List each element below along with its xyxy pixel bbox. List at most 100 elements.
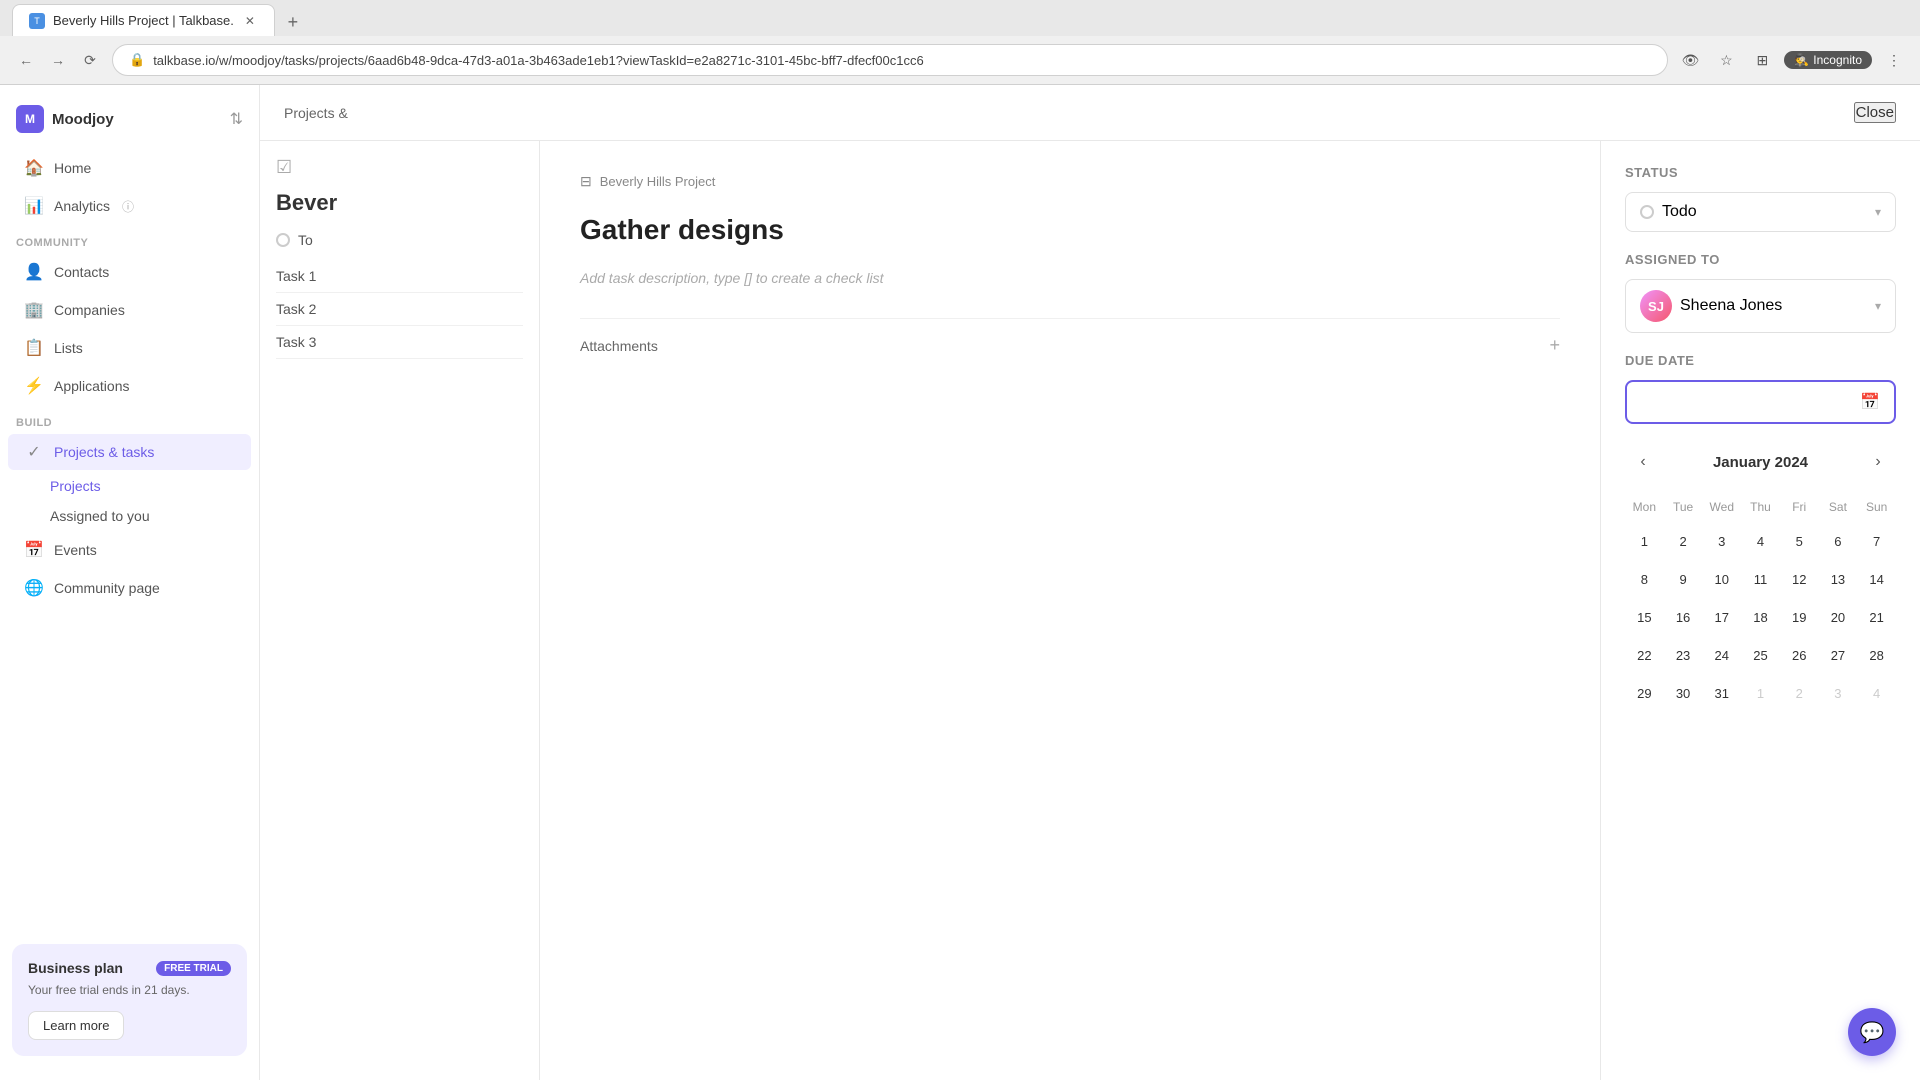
logo-avatar: M [16,105,44,133]
sidebar-item-home[interactable]: 🏠 Home [8,150,251,186]
sidebar-item-label: Analytics [54,198,110,214]
cal-header-tue: Tue [1664,496,1703,522]
refresh-button[interactable]: ⟳ [76,46,104,74]
community-section-label: COMMUNITY [0,225,259,253]
sidebar-item-label: Events [54,542,97,558]
cal-day-other-month[interactable]: 2 [1781,675,1817,711]
cal-day[interactable]: 25 [1742,637,1778,673]
cal-day[interactable]: 23 [1665,637,1701,673]
cal-day-other-month[interactable]: 1 [1742,675,1778,711]
cal-header-fri: Fri [1780,496,1819,522]
task-breadcrumb: ⊟ Beverly Hills Project [580,173,1560,190]
cal-day[interactable]: 24 [1704,637,1740,673]
assigned-dropdown[interactable]: SJ Sheena Jones ▾ [1625,279,1896,333]
tab-close-button[interactable]: ✕ [242,13,258,29]
sidebar-item-lists[interactable]: 📋 Lists [8,330,251,366]
status-dropdown[interactable]: Todo ▾ [1625,192,1896,232]
cal-day[interactable]: 22 [1626,637,1662,673]
address-bar[interactable]: 🔒 talkbase.io/w/moodjoy/tasks/projects/6… [112,44,1668,76]
analytics-icon: 📊 [24,196,44,216]
extensions-icon[interactable]: ⊞ [1748,46,1776,74]
status-radio [1640,205,1654,219]
cal-day[interactable]: 7 [1859,523,1895,559]
cal-day[interactable]: 5 [1781,523,1817,559]
sidebar-item-community-page[interactable]: 🌐 Community page [8,570,251,606]
bookmark-icon[interactable]: ☆ [1712,46,1740,74]
cal-day[interactable]: 19 [1781,599,1817,635]
cal-day[interactable]: 16 [1665,599,1701,635]
sidebar-header: M Moodjoy ⇅ [0,97,259,149]
cal-day[interactable]: 15 [1626,599,1662,635]
cal-day[interactable]: 1 [1626,523,1662,559]
sidebar-item-applications[interactable]: ⚡ Applications [8,368,251,404]
sidebar-item-label: Contacts [54,264,109,280]
back-button[interactable]: ← [12,46,40,74]
cal-header-mon: Mon [1625,496,1664,522]
cal-day[interactable]: 9 [1665,561,1701,597]
cal-day[interactable]: 14 [1859,561,1895,597]
learn-more-button[interactable]: Learn more [28,1011,124,1040]
sidebar-sub-label: Assigned to you [50,508,150,524]
sidebar-item-label: Lists [54,340,83,356]
sidebar-item-label: Community page [54,580,160,596]
cal-day[interactable]: 26 [1781,637,1817,673]
cal-day[interactable]: 8 [1626,561,1662,597]
cal-day[interactable]: 28 [1859,637,1895,673]
bp-title: Business plan [28,960,123,976]
sidebar-item-analytics[interactable]: 📊 Analytics ⓘ [8,188,251,224]
task-item-2[interactable]: Task 2 [276,293,523,326]
bp-badge: FREE TRIAL [156,961,231,976]
cal-day[interactable]: 27 [1820,637,1856,673]
cal-day[interactable]: 4 [1742,523,1778,559]
sidebar-item-companies[interactable]: 🏢 Companies [8,292,251,328]
chat-fab-button[interactable]: 💬 [1848,1008,1896,1056]
forward-button[interactable]: → [44,46,72,74]
due-date-input[interactable]: 📅 [1625,380,1896,424]
cal-day[interactable]: 20 [1820,599,1856,635]
calendar-prev-button[interactable]: ‹ [1629,448,1657,476]
browser-tab[interactable]: T Beverly Hills Project | Talkbase. ✕ [12,4,275,36]
cal-day[interactable]: 29 [1626,675,1662,711]
new-tab-button[interactable]: + [279,8,307,36]
sidebar-sub-item-projects[interactable]: Projects [8,472,251,500]
cal-day[interactable]: 13 [1820,561,1856,597]
calendar-next-button[interactable]: › [1864,448,1892,476]
contacts-icon: 👤 [24,262,44,282]
sidebar-item-label: Companies [54,302,125,318]
attachments-add-button[interactable]: + [1549,335,1560,356]
sidebar-item-events[interactable]: 📅 Events [8,532,251,568]
close-button[interactable]: Close [1854,102,1896,123]
workspace-logo[interactable]: M Moodjoy [16,105,114,133]
cal-day[interactable]: 30 [1665,675,1701,711]
cal-day[interactable]: 10 [1704,561,1740,597]
assigned-name: Sheena Jones [1680,297,1782,315]
cal-day[interactable]: 18 [1742,599,1778,635]
chevron-down-icon: ▾ [1875,299,1881,313]
cal-day[interactable]: 6 [1820,523,1856,559]
calendar-header: ‹ January 2024 › [1625,440,1896,484]
eye-off-icon[interactable]: 👁 [1676,46,1704,74]
task-detail-panel: ⊟ Beverly Hills Project Gather designs A… [540,141,1600,1080]
cal-day[interactable]: 31 [1704,675,1740,711]
sidebar-sub-item-assigned[interactable]: Assigned to you [8,502,251,530]
sidebar: M Moodjoy ⇅ 🏠 Home 📊 Analytics ⓘ COMMUNI… [0,85,260,1080]
expand-icon[interactable]: ⇅ [230,109,243,129]
cal-day[interactable]: 3 [1704,523,1740,559]
menu-button[interactable]: ⋮ [1880,46,1908,74]
cal-day[interactable]: 2 [1665,523,1701,559]
cal-day[interactable]: 11 [1742,561,1778,597]
task-description-placeholder[interactable]: Add task description, type [] to create … [580,270,1560,286]
sidebar-item-projects-tasks[interactable]: ✓ Projects & tasks [8,434,251,470]
cal-day-other-month[interactable]: 3 [1820,675,1856,711]
cal-day-other-month[interactable]: 4 [1859,675,1895,711]
sidebar-item-contacts[interactable]: 👤 Contacts [8,254,251,290]
tab-title: Beverly Hills Project | Talkbase. [53,13,234,28]
cal-day[interactable]: 12 [1781,561,1817,597]
status-dropdown-left: Todo [1640,203,1697,221]
app-container: M Moodjoy ⇅ 🏠 Home 📊 Analytics ⓘ COMMUNI… [0,85,1920,1080]
task-item-3[interactable]: Task 3 [276,326,523,359]
cal-day[interactable]: 17 [1704,599,1740,635]
status-value: Todo [1662,203,1697,221]
task-item-1[interactable]: Task 1 [276,260,523,293]
cal-day[interactable]: 21 [1859,599,1895,635]
